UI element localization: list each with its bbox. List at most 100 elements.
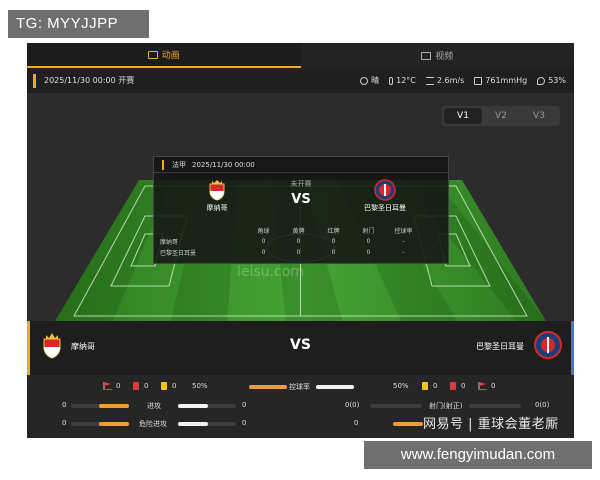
table-cell: 0 <box>366 238 371 245</box>
popup-league: 法甲 <box>172 160 186 169</box>
view-tab-v3[interactable]: V3 <box>520 108 558 124</box>
home-shots: 0(0) <box>345 401 360 409</box>
popup-home-name: 摩纳哥 <box>206 204 228 212</box>
shots-label: 射门(射正) <box>429 402 463 410</box>
away-yellow-cards: 0 <box>433 382 438 390</box>
weather-humidity: 53% <box>537 75 566 86</box>
table-cell: 0 <box>331 238 336 245</box>
view-switcher: V1 V2 V3 <box>442 106 560 126</box>
scoreboard-away-name: 巴黎圣日耳曼 <box>476 341 524 351</box>
row-team: 摩纳哥 <box>160 239 179 246</box>
table-row: 摩纳哥 0 0 0 0 - <box>154 236 448 247</box>
home-possession: 50% <box>192 382 208 390</box>
red-card-icon <box>450 382 456 390</box>
popup-time: 2025/11/30 00:00 <box>192 160 255 169</box>
home-red-cards: 0 <box>144 382 149 390</box>
popup-away-name: 巴黎圣日耳曼 <box>364 204 406 212</box>
match-center-app: 动画 视频 2025/11/30 00:00 开赛 晴 12°C 2.6m/s … <box>27 43 574 438</box>
away-possession: 50% <box>393 382 409 390</box>
scoreboard: 摩纳哥 VS 巴黎圣日耳曼 <box>27 321 574 375</box>
away-red-cards: 0 <box>461 382 466 390</box>
sun-icon <box>360 76 369 85</box>
popup-home-team[interactable]: 摩纳哥 <box>172 179 262 213</box>
home-shots-right: 0 <box>354 419 359 427</box>
home-danger: 0 <box>62 419 67 427</box>
animation-icon <box>147 50 158 59</box>
away-attack: 0 <box>242 401 247 409</box>
table-cell: 0 <box>366 249 371 256</box>
table-cell: - <box>402 238 405 245</box>
popup-center: 未开赛 VS <box>291 179 312 207</box>
home-attack: 0 <box>62 401 67 409</box>
match-popup: 法甲 2025/11/30 00:00 摩纳哥 未开赛 VS 巴黎圣日耳曼 角球… <box>153 156 449 264</box>
yellow-card-icon <box>422 382 428 390</box>
danger-label: 危险进攻 <box>139 420 167 428</box>
away-shots-track <box>469 404 521 408</box>
home-danger-bar <box>99 422 129 426</box>
corner-flag-icon <box>103 382 112 390</box>
away-danger: 0 <box>242 419 247 427</box>
column-header: 红牌 <box>327 228 340 235</box>
home-color-edge <box>27 321 30 375</box>
home-attack-bar <box>99 404 129 408</box>
attack-label: 进攻 <box>147 402 161 410</box>
scoreboard-home-name: 摩纳哥 <box>71 341 95 351</box>
away-shots: 0(0) <box>535 401 550 409</box>
weather-wind: 2.6m/s <box>425 75 464 86</box>
media-tab-bar: 动画 视频 <box>27 43 574 68</box>
table-cell: 0 <box>296 238 301 245</box>
view-tab-v2[interactable]: V2 <box>482 108 520 124</box>
column-header: 控球率 <box>394 228 413 235</box>
weather-pressure: 761mmHg <box>474 75 527 86</box>
monaco-logo-icon <box>206 179 228 201</box>
thermometer-icon <box>389 76 394 85</box>
scoreboard-vs: VS <box>290 337 311 353</box>
tab-animation[interactable]: 动画 <box>27 43 301 68</box>
red-card-icon <box>133 382 139 390</box>
view-tab-v1[interactable]: V1 <box>444 108 482 124</box>
stats-row-attack: 0 进攻 0 0(0) 射门(射正) 0(0) <box>27 398 574 414</box>
row-team: 巴黎圣日耳曼 <box>160 250 197 257</box>
corner-flag-icon <box>478 382 487 390</box>
table-cell: 0 <box>261 238 266 245</box>
possession-label: 控球率 <box>289 383 310 391</box>
popup-header: 法甲 2025/11/30 00:00 <box>154 157 448 173</box>
column-header: 角球 <box>257 228 270 235</box>
away-corners: 0 <box>491 382 496 390</box>
match-datetime: 2025/11/30 00:00 开赛 <box>44 76 135 85</box>
popup-vs: VS <box>291 192 311 207</box>
weather-temperature: 12°C <box>389 75 416 86</box>
table-cell: 0 <box>261 249 266 256</box>
tab-video[interactable]: 视频 <box>300 43 574 68</box>
table-cell: 0 <box>331 249 336 256</box>
match-status: 未开赛 <box>290 180 312 188</box>
home-corners: 0 <box>116 382 121 390</box>
accent-mark <box>162 159 164 170</box>
wind-icon <box>425 76 434 85</box>
weather-condition: 晴 <box>360 75 379 86</box>
away-danger-bar <box>178 422 208 426</box>
pressure-icon <box>474 76 483 85</box>
yellow-card-icon <box>161 382 167 390</box>
column-header: 射门 <box>362 228 375 235</box>
popup-stats-table: 角球 黄牌 红牌 射门 控球率 摩纳哥 0 0 0 0 - 巴黎圣日耳曼 0 0… <box>154 225 448 258</box>
psg-logo-icon <box>374 179 396 201</box>
stats-row-possession: 0 0 0 50% 控球率 50% 0 0 0 <box>27 379 574 395</box>
away-possession-bar <box>316 385 354 389</box>
popup-away-team[interactable]: 巴黎圣日耳曼 <box>340 179 430 213</box>
column-header: 黄牌 <box>292 228 305 235</box>
table-header-row: 角球 黄牌 红牌 射门 控球率 <box>154 225 448 236</box>
away-attack-bar <box>178 404 208 408</box>
weather-info: 晴 12°C 2.6m/s 761mmHg 53% <box>360 75 574 86</box>
home-yellow-cards: 0 <box>172 382 177 390</box>
humidity-icon <box>537 76 546 85</box>
tab-animation-label: 动画 <box>161 51 180 61</box>
scoreboard-home-team[interactable]: 摩纳哥 <box>41 331 95 361</box>
table-cell: 0 <box>296 249 301 256</box>
scoreboard-away-team[interactable]: 巴黎圣日耳曼 <box>476 331 562 361</box>
accent-mark <box>33 73 36 88</box>
telegram-tag-badge: TG: MYYJJPP <box>8 10 149 38</box>
netease-watermark: 网易号 | 重球会董老厮 <box>423 417 559 432</box>
popup-teams: 摩纳哥 未开赛 VS 巴黎圣日耳曼 <box>154 173 448 223</box>
pitch-watermark: leisu.com <box>237 264 304 280</box>
